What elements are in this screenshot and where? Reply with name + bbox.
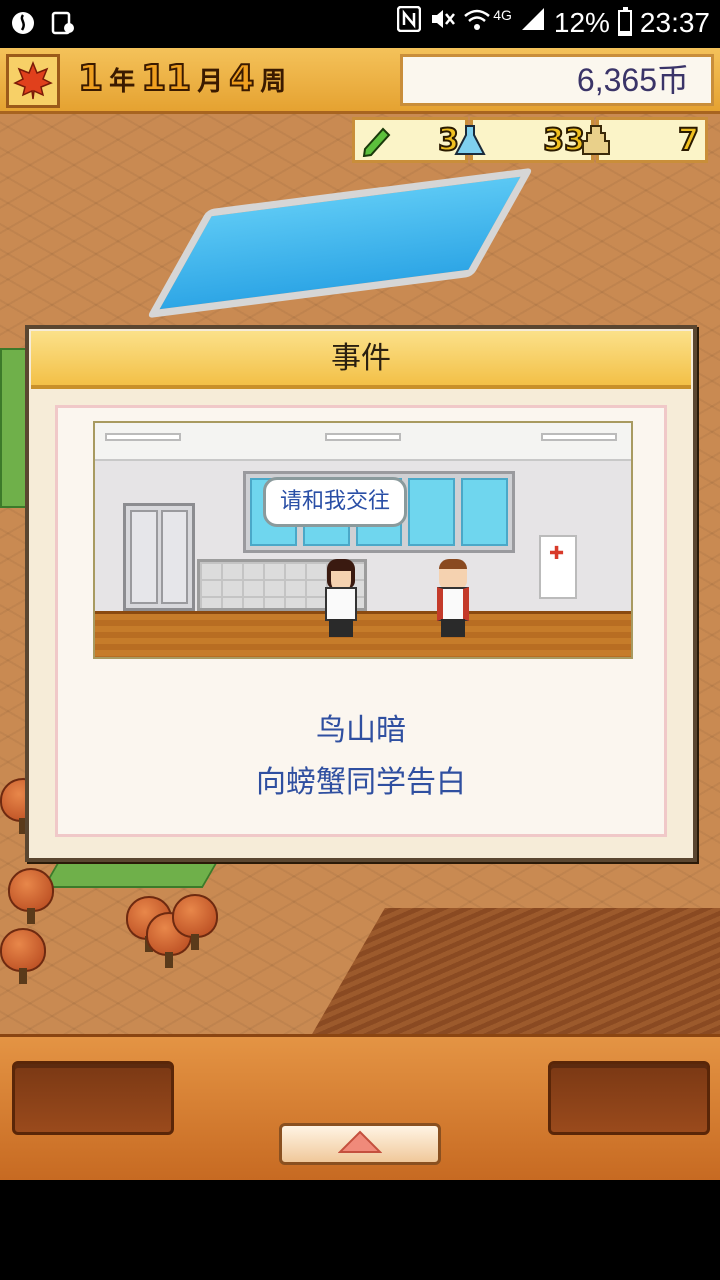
trophy-icon <box>577 121 615 159</box>
science-points[interactable]: 33 <box>454 117 594 163</box>
ceiling-light <box>325 433 401 441</box>
autumn-tree <box>8 868 54 924</box>
left-slot-button[interactable] <box>12 1061 174 1135</box>
wooden-courtyard <box>275 908 720 1038</box>
wooden-floor <box>95 611 631 657</box>
male-student-sprite <box>433 559 473 637</box>
ceiling-light <box>105 433 181 441</box>
clock: 23:37 <box>639 6 710 38</box>
event-dialog[interactable]: 事件 请和我交往 <box>25 325 697 862</box>
network-type: 4G <box>493 6 512 23</box>
speech-bubble: 请和我交往 <box>263 477 408 527</box>
dialog-title: 事件 <box>31 331 691 389</box>
week-value: 4 <box>228 57 255 100</box>
locker <box>123 503 195 611</box>
week-unit: 周 <box>260 67 287 97</box>
expand-menu-button[interactable] <box>279 1123 441 1165</box>
year-unit: 年 <box>109 67 136 97</box>
ceiling <box>95 423 631 461</box>
ceiling-light <box>541 433 617 441</box>
money-display: 6,365币 <box>400 54 714 106</box>
top-hud: 1 年 11 月 4 周 6,365币 <box>0 48 720 114</box>
bottom-bar <box>0 1034 720 1180</box>
nfc-icon <box>396 5 422 39</box>
autumn-tree <box>0 928 46 984</box>
month-value: 11 <box>140 57 192 100</box>
status-bar: 4G 12% 23:37 <box>0 0 720 48</box>
maple-leaf-icon[interactable] <box>6 54 60 108</box>
month-unit: 月 <box>197 67 224 97</box>
triangle-up-icon <box>337 1130 383 1158</box>
swimming-pool[interactable] <box>146 167 534 319</box>
battery-percent: 12% <box>553 6 610 38</box>
pencil-icon <box>359 121 397 159</box>
trophy-value: 7 <box>677 122 700 159</box>
wifi-icon <box>463 7 491 39</box>
game-date: 1 年 11 月 4 周 <box>77 57 287 100</box>
battery-icon <box>617 6 632 36</box>
app-notification-icon <box>8 8 38 38</box>
first-aid-box <box>539 535 577 599</box>
right-slot-button[interactable] <box>548 1061 710 1135</box>
screen-bottom-bezel <box>0 1180 720 1280</box>
event-description: 向螃蟹同学告白 <box>256 765 466 800</box>
autumn-tree <box>172 894 218 950</box>
event-cutscene: 请和我交往 <box>93 421 633 659</box>
game-screen: 4G 12% 23:37 1 年 11 月 4 周 6,365币 3 33 7 … <box>0 0 720 1280</box>
trophy-points[interactable]: 7 <box>582 117 708 163</box>
signal-icon <box>520 6 546 39</box>
female-student-sprite <box>321 559 361 637</box>
year-value: 1 <box>77 57 104 100</box>
media-notification-icon <box>48 8 78 38</box>
resource-bar: 3 33 7 <box>352 117 708 165</box>
flask-icon <box>451 121 489 159</box>
mute-icon <box>429 6 456 39</box>
event-student-name: 鸟山暗 <box>316 713 406 748</box>
